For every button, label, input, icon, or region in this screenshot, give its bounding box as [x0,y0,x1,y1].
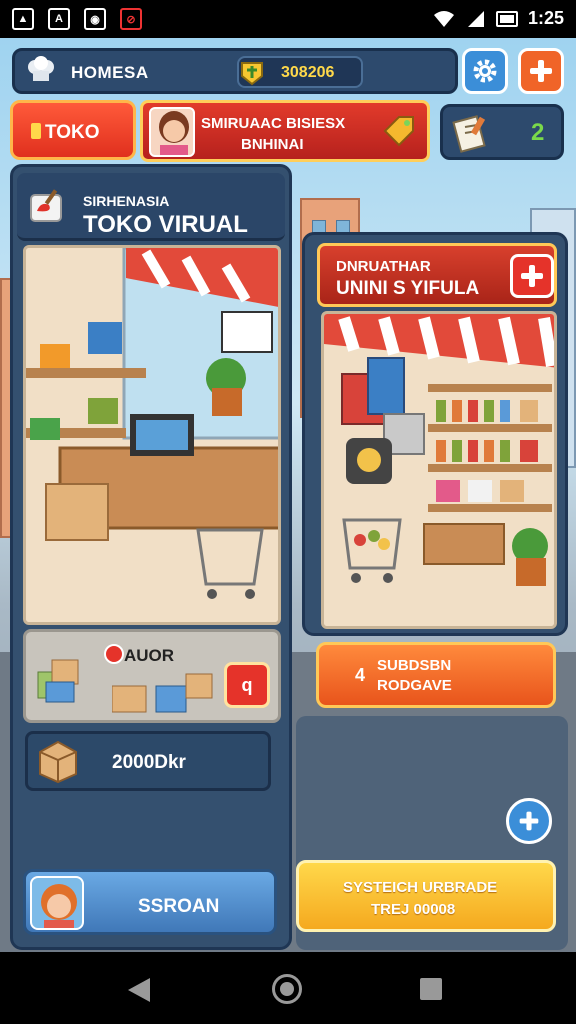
status-bar: ▲ A ◉ ⊘ 1:25 [0,0,576,38]
add-slot-button[interactable] [506,798,552,844]
store-subtitle: SIRHENASIA [83,193,170,209]
boxes-icon [37,659,79,703]
promo-banner[interactable]: SMIRUAAC BISIESX BNHINAI [140,100,430,162]
price-tag-icon [383,116,414,147]
tag-icon [31,123,41,139]
badge-count: 2 [531,119,545,146]
home-icon[interactable] [272,974,302,1004]
upgrade-line1: SYSTEICH URBRADE [343,879,498,896]
coin-counter: 308206 [237,56,363,88]
shop-illustration [324,314,554,626]
item-action-button[interactable]: q [224,662,270,708]
upgrade-button[interactable]: SYSTEICH URBRADE TREJ 00008 [296,860,556,932]
signal-icon [467,10,484,27]
recent-apps-icon[interactable] [420,978,442,1000]
stock-row[interactable]: 2000Dkr [25,731,271,791]
banner-line1: SMIRUAAC BISIESX [201,115,346,132]
record-icon [104,644,124,664]
cat-icon: ◉ [84,8,106,30]
status-time: 1:25 [527,8,564,28]
item-card[interactable]: AUOR q [23,629,281,723]
goods-icon [112,673,213,713]
battery-icon [495,10,518,27]
avatar [149,107,195,157]
shop-header: DNRUATHAR UNINI S YIFULA [317,243,557,307]
settings-button[interactable] [462,48,508,94]
plus-icon [530,60,552,82]
tab-toko[interactable]: TOKO [10,100,136,160]
shop-upgrade-panel: DNRUATHAR UNINI S YIFULA [302,232,568,636]
coin-icon [241,62,263,86]
navigation-bar [0,952,576,1024]
back-icon[interactable] [128,978,150,1002]
coin-value: 308206 [281,64,335,81]
status-notifications: ▲ A ◉ ⊘ [12,8,142,30]
box-icon [39,740,77,784]
item-label: AUOR [124,646,175,665]
stock-value: 2000Dkr [112,752,186,773]
banner-line2: BNHINAI [241,136,304,153]
store-scene[interactable] [23,245,281,625]
store-header: SIRHENASIA TOKO VIRUAL [17,173,285,241]
person-button-label: SSROAN [138,896,220,917]
paint-icon [30,189,62,222]
shop-header-line1: DNRUATHAR [336,258,431,275]
subscribe-number: 4 [355,665,366,685]
plus-icon [521,265,543,287]
top-bar: HOMESA 308206 [12,48,458,94]
upgrade-line2: TREJ 00008 [371,901,456,918]
store-illustration [26,248,278,622]
status-system: 1:25 [432,8,564,29]
subscribe-button[interactable]: 4 SUBDSBN RODGAVE [316,642,556,708]
font-icon: A [48,8,70,30]
plus-icon [519,811,539,831]
scroll-icon [452,115,486,153]
person-button[interactable]: SSROAN [23,869,277,935]
inventory-badge[interactable]: 2 [440,104,564,160]
gear-icon [473,59,497,83]
chef-hat-icon [28,56,54,81]
subscribe-line1: SUBDSBN [377,657,452,674]
shop-scene[interactable] [321,311,557,629]
gallery-icon: ▲ [12,8,34,30]
add-button[interactable] [518,48,564,94]
shop-header-line2: UNINI S YIFULA [336,278,480,299]
tab-toko-label: TOKO [45,122,100,143]
store-title: TOKO VIRUAL [83,211,248,238]
subscribe-line2: RODGAVE [377,677,452,694]
wifi-icon [433,10,454,27]
page-title: HOMESA [71,63,149,82]
blocked-icon: ⊘ [120,8,142,30]
add-shop-button[interactable] [510,254,554,298]
store-panel: SIRHENASIA TOKO VIRUAL AUOR q 2000Dkr SS… [10,164,292,950]
avatar [30,876,84,930]
